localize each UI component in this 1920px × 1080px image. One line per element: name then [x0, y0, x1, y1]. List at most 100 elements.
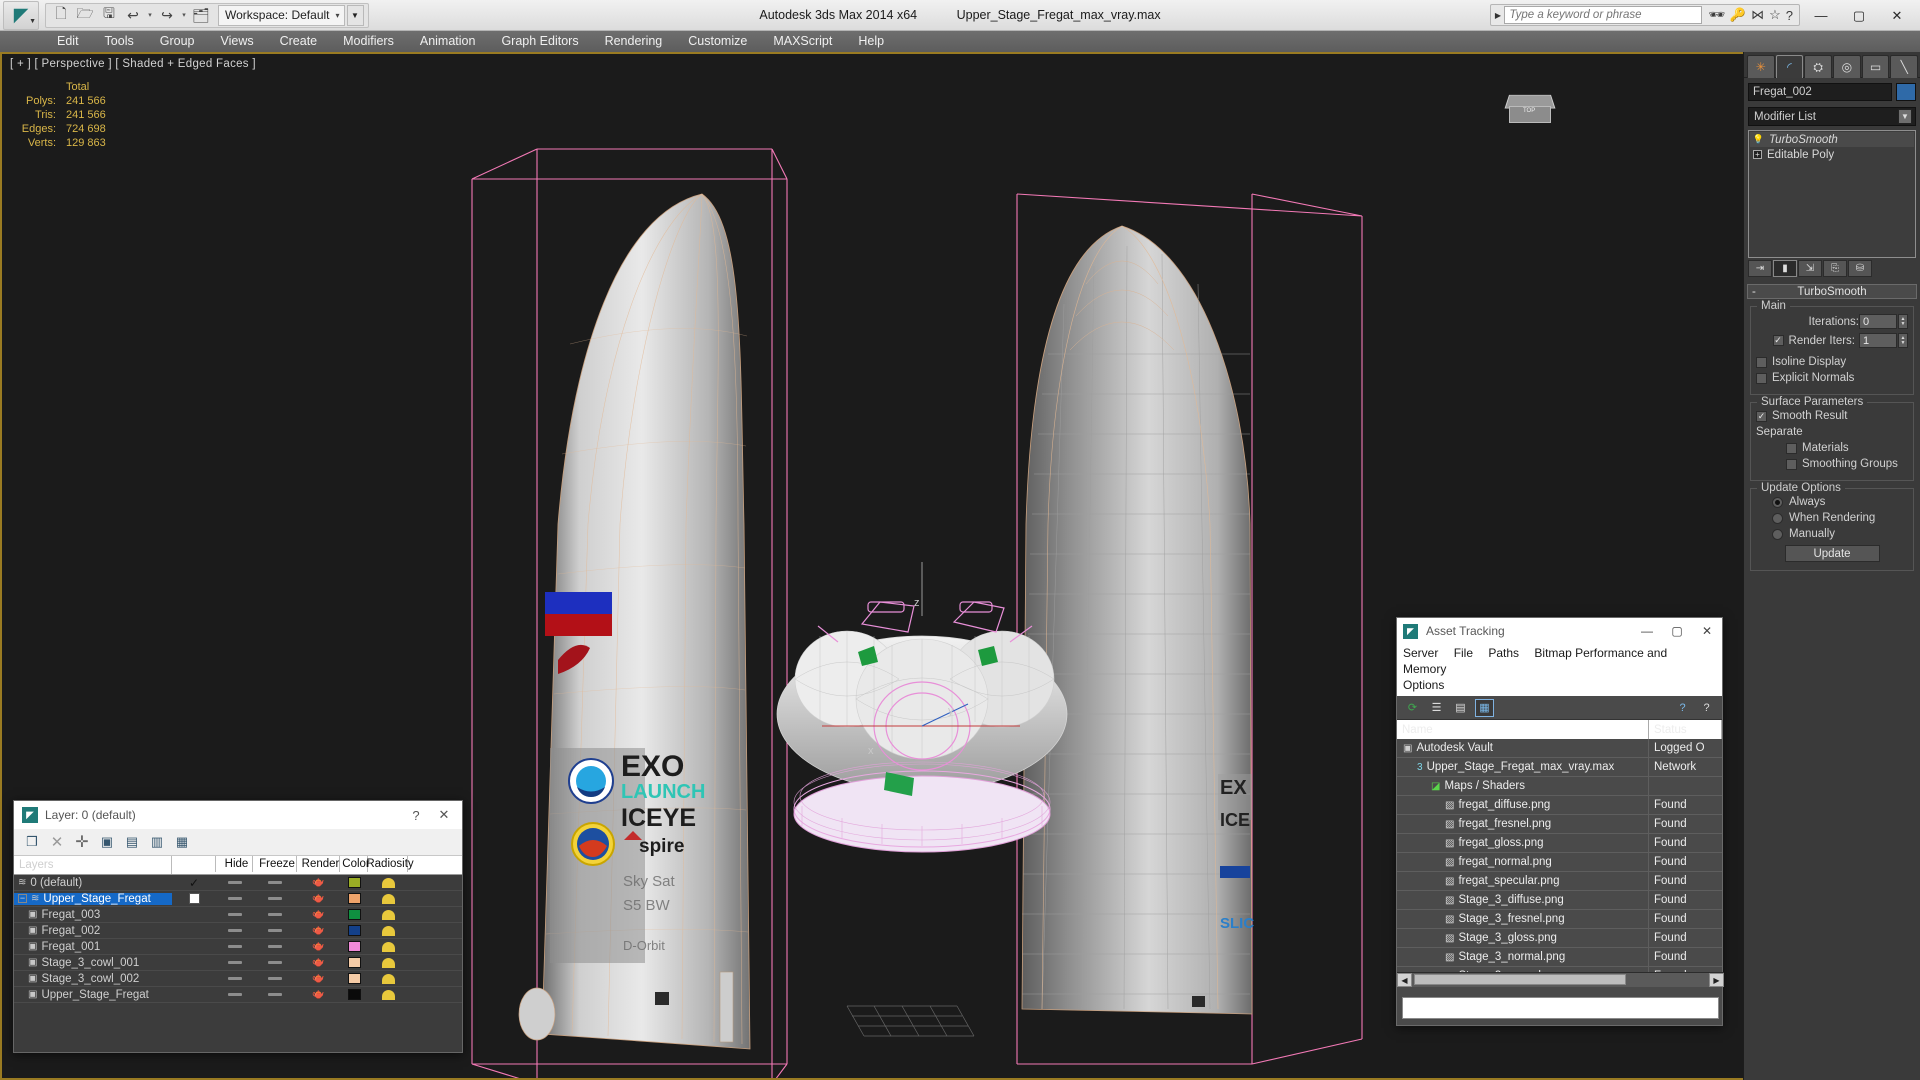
layer-row[interactable]: − ≋ Upper_Stage_Fregat 🫖	[14, 891, 462, 907]
layer-radiosity-cell[interactable]	[368, 955, 408, 971]
asset-close-button[interactable]: ✕	[1692, 619, 1722, 644]
asset-horizontal-scrollbar[interactable]: ◀ ▶	[1397, 972, 1724, 987]
layer-color-cell[interactable]	[340, 939, 368, 955]
create-tab[interactable]: ✳	[1747, 55, 1775, 78]
asset-tracking-dialog[interactable]: ◤ Asset Tracking — ▢ ✕ Server File Paths…	[1396, 617, 1724, 1026]
menu-edit[interactable]: Edit	[44, 31, 92, 52]
open-file-button[interactable]: 🗁	[74, 5, 96, 26]
render-iters-spinner[interactable]: ▲ ▼	[1898, 333, 1908, 348]
layer-render-cell[interactable]: 🫖	[297, 907, 340, 923]
layer-hide-cell[interactable]	[216, 971, 253, 987]
menu-help[interactable]: Help	[845, 31, 897, 52]
layer-color-cell[interactable]	[340, 955, 368, 971]
asset-row[interactable]: ◪ Maps / Shaders	[1397, 776, 1722, 796]
layer-list[interactable]: ≋ 0 (default) ✓ 🫖 − ≋ Upper_Stage_Fregat 🫖 ▣ Freg…	[14, 875, 462, 1003]
layer-radiosity-cell[interactable]	[368, 939, 408, 955]
asset-name-cell[interactable]: 3 Upper_Stage_Fregat_max_vray.max	[1397, 757, 1649, 777]
scroll-right-button[interactable]: ▶	[1709, 973, 1724, 987]
layer-freeze-cell[interactable]	[253, 923, 297, 939]
layer-select-cell[interactable]	[172, 923, 216, 939]
delete-layer-button[interactable]: ✕	[46, 832, 68, 853]
undo-button[interactable]: ↩	[122, 5, 144, 26]
layer-select-cell[interactable]	[172, 939, 216, 955]
smooth-result-row[interactable]: ✓ Smooth Result	[1756, 410, 1908, 422]
modifier-stack-item-turbosmooth[interactable]: 💡 TurboSmooth	[1750, 132, 1914, 147]
color-swatch[interactable]	[347, 893, 361, 904]
materials-row[interactable]: Materials	[1756, 442, 1908, 454]
select-objects-in-layer-button[interactable]: ▣	[96, 832, 118, 853]
object-name-field[interactable]: Fregat_002	[1748, 83, 1892, 101]
layer-freeze-cell[interactable]	[253, 907, 297, 923]
highlight-selected-objects-button[interactable]: ▥	[146, 832, 168, 853]
chevron-down-icon[interactable]: ▼	[1898, 109, 1912, 124]
color-swatch[interactable]	[347, 957, 361, 968]
layer-radiosity-cell[interactable]	[368, 907, 408, 923]
pin-stack-button[interactable]: ⇥	[1748, 260, 1772, 277]
layer-color-cell[interactable]	[340, 875, 368, 891]
asset-menu-server[interactable]: Server	[1403, 646, 1438, 660]
always-radio[interactable]	[1772, 496, 1783, 508]
render-iters-checkbox[interactable]: ✓	[1772, 335, 1784, 346]
layer-row[interactable]: ▣ Stage_3_cowl_002 🫖	[14, 971, 462, 987]
layer-hide-cell[interactable]	[216, 907, 253, 923]
modifier-stack-item-editable-poly[interactable]: + Editable Poly	[1750, 147, 1914, 162]
materials-checkbox[interactable]	[1786, 442, 1797, 454]
list-view-icon[interactable]: ☰	[1427, 699, 1446, 717]
grid-view-icon[interactable]: ▦	[1475, 698, 1494, 717]
menu-tools[interactable]: Tools	[92, 31, 147, 52]
asset-name-cell[interactable]: ▨ Stage_3_normal.png	[1397, 947, 1649, 967]
layer-render-cell[interactable]: 🫖	[297, 923, 340, 939]
iterations-spinner[interactable]: ▲ ▼	[1898, 314, 1908, 329]
menu-customize[interactable]: Customize	[675, 31, 760, 52]
layer-render-cell[interactable]: 🫖	[297, 939, 340, 955]
display-tab[interactable]: ▭	[1861, 55, 1890, 78]
layer-row[interactable]: ▣ Upper_Stage_Fregat 🫖	[14, 987, 462, 1003]
layer-dialog-help-button[interactable]: ?	[402, 802, 430, 828]
asset-menu-bitmap[interactable]: Bitmap Performance and Memory	[1403, 646, 1667, 676]
star-icon[interactable]: ☆	[1769, 7, 1781, 23]
scroll-track[interactable]	[1412, 973, 1709, 987]
asset-row[interactable]: 3 Upper_Stage_Fregat_max_vray.max Network	[1397, 757, 1722, 777]
layer-select-cell[interactable]: ✓	[172, 875, 216, 891]
layer-dialog-titlebar[interactable]: ◤ Layer: 0 (default) ? ✕	[14, 801, 462, 829]
menu-create[interactable]: Create	[267, 31, 331, 52]
undo-dropdown-icon[interactable]: ▾	[146, 11, 154, 19]
layer-name-cell[interactable]: ▣ Fregat_002	[14, 925, 172, 937]
menu-modifiers[interactable]: Modifiers	[330, 31, 407, 52]
layer-freeze-cell[interactable]	[253, 955, 297, 971]
layer-select-cell[interactable]	[172, 891, 216, 907]
layer-dialog[interactable]: ◤ Layer: 0 (default) ? ✕ ❒ ✕ ✛ ▣ ▤ ▥ ▦ L…	[13, 800, 463, 1053]
asset-menu-file[interactable]: File	[1454, 646, 1473, 660]
update-option-manually[interactable]: Manually	[1756, 528, 1908, 540]
asset-name-cell[interactable]: ▨ fregat_normal.png	[1397, 852, 1649, 872]
save-file-button[interactable]: 🖫	[98, 5, 120, 26]
workspace-expand-button[interactable]: ▼	[346, 4, 364, 26]
asset-row[interactable]: ▨ Stage_3_diffuse.png Found	[1397, 890, 1722, 910]
turbosmooth-rollout-header[interactable]: - TurboSmooth	[1747, 284, 1917, 299]
asset-row[interactable]: ▨ fregat_normal.png Found	[1397, 852, 1722, 872]
layer-check-box[interactable]	[188, 893, 200, 904]
color-swatch[interactable]	[347, 989, 361, 1000]
minimize-button[interactable]: —	[1802, 1, 1840, 31]
tree-view-icon[interactable]: ▤	[1451, 699, 1470, 717]
remove-modifier-button[interactable]: ⎘	[1823, 260, 1847, 277]
layer-freeze-cell[interactable]	[253, 891, 297, 907]
asset-menu-paths[interactable]: Paths	[1488, 646, 1519, 660]
asset-maximize-button[interactable]: ▢	[1662, 619, 1692, 644]
layer-color-cell[interactable]	[340, 907, 368, 923]
asset-name-cell[interactable]: ▨ fregat_specular.png	[1397, 871, 1649, 891]
layer-row[interactable]: ≋ 0 (default) ✓ 🫖	[14, 875, 462, 891]
scroll-left-button[interactable]: ◀	[1397, 973, 1412, 987]
menu-animation[interactable]: Animation	[407, 31, 489, 52]
layer-row[interactable]: ▣ Fregat_001 🫖	[14, 939, 462, 955]
layer-name-cell[interactable]: ▣ Stage_3_cowl_001	[14, 957, 172, 969]
layer-freeze-cell[interactable]	[253, 971, 297, 987]
smooth-result-checkbox[interactable]: ✓	[1756, 410, 1767, 422]
layer-color-cell[interactable]	[340, 987, 368, 1003]
asset-row[interactable]: ▣ Autodesk Vault Logged O	[1397, 738, 1722, 758]
layer-radiosity-cell[interactable]	[368, 891, 408, 907]
layer-row[interactable]: ▣ Fregat_002 🫖	[14, 923, 462, 939]
set-project-folder-button[interactable]: 🗂	[190, 5, 212, 26]
layer-name-cell[interactable]: − ≋ Upper_Stage_Fregat	[14, 892, 172, 905]
asset-row[interactable]: ▨ Stage_3_gloss.png Found	[1397, 928, 1722, 948]
